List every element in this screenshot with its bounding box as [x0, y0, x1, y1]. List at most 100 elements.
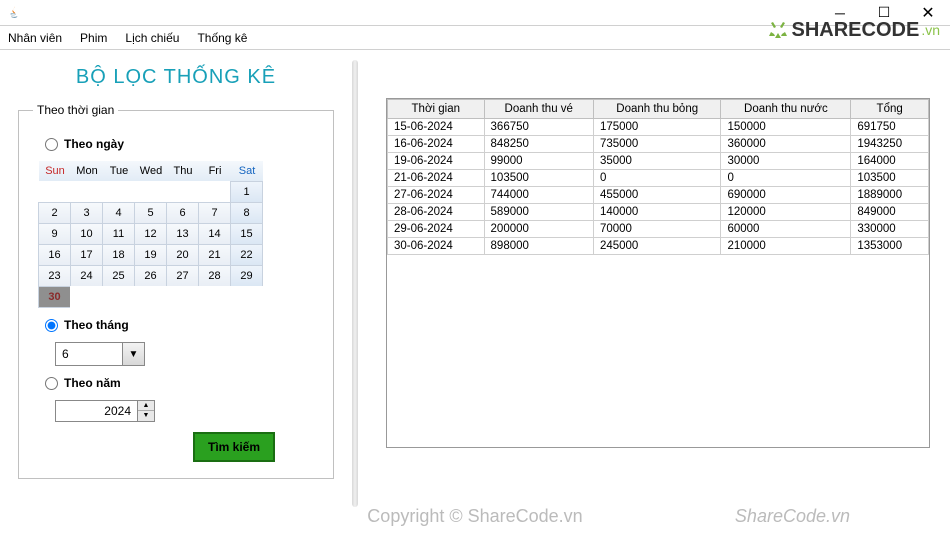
month-combo[interactable]: 6 ▼ — [55, 342, 145, 366]
watermark-site: ShareCode.vn — [735, 506, 850, 527]
calendar-day[interactable]: 7 — [198, 202, 231, 224]
calendar-day[interactable]: 20 — [166, 244, 199, 266]
calendar-day[interactable]: 9 — [38, 223, 71, 245]
search-button[interactable]: Tìm kiếm — [193, 432, 275, 462]
table-cell: 19-06-2024 — [388, 153, 485, 170]
table-cell: 164000 — [851, 153, 929, 170]
sharecode-logo: SHARECODE.vn — [766, 18, 940, 42]
table-row[interactable]: 21-06-202410350000103500 — [388, 170, 929, 187]
table-row[interactable]: 15-06-2024366750175000150000691750 — [388, 119, 929, 136]
table-cell: 35000 — [593, 153, 720, 170]
table-cell: 150000 — [721, 119, 851, 136]
calendar-day[interactable]: 2 — [38, 202, 71, 224]
menu-item[interactable]: Thống kê — [197, 31, 247, 45]
calendar-header: Thu — [167, 161, 199, 182]
table-header[interactable]: Thời gian — [388, 100, 485, 119]
calendar-day — [230, 286, 263, 308]
calendar-day[interactable]: 14 — [198, 223, 231, 245]
calendar-day[interactable]: 17 — [70, 244, 103, 266]
group-legend: Theo thời gian — [33, 103, 118, 117]
radio-by-day-input[interactable] — [45, 138, 58, 151]
calendar-day[interactable]: 3 — [70, 202, 103, 224]
radio-by-year-input[interactable] — [45, 377, 58, 390]
year-spinner-value: 2024 — [56, 404, 137, 418]
calendar-day[interactable]: 25 — [102, 265, 135, 287]
table-cell: 366750 — [484, 119, 593, 136]
table-row[interactable]: 27-06-20247440004550006900001889000 — [388, 187, 929, 204]
calendar-day[interactable]: 26 — [134, 265, 167, 287]
calendar-day[interactable]: 22 — [230, 244, 263, 266]
filter-title: BỘ LỌC THỐNG KÊ — [18, 66, 334, 89]
calendar-day — [102, 286, 135, 308]
calendar-day[interactable]: 18 — [102, 244, 135, 266]
filter-panel: BỘ LỌC THỐNG KÊ Theo thời gian Theo ngày… — [0, 50, 352, 537]
spinner-down-icon[interactable]: ▼ — [138, 411, 154, 421]
chevron-down-icon[interactable]: ▼ — [122, 343, 144, 365]
calendar-day[interactable]: 19 — [134, 244, 167, 266]
table-cell: 330000 — [851, 221, 929, 238]
table-cell: 99000 — [484, 153, 593, 170]
table-cell: 898000 — [484, 238, 593, 255]
calendar-day — [70, 286, 103, 308]
calendar[interactable]: SunMonTueWedThuFriSat1234567891011121314… — [39, 161, 263, 308]
calendar-day — [102, 181, 135, 203]
table-cell: 744000 — [484, 187, 593, 204]
calendar-day — [166, 181, 199, 203]
menu-item[interactable]: Nhân viên — [8, 31, 62, 45]
calendar-day[interactable]: 16 — [38, 244, 71, 266]
radio-by-month[interactable]: Theo tháng — [45, 318, 319, 332]
table-cell: 360000 — [721, 136, 851, 153]
table-header[interactable]: Doanh thu bỏng — [593, 100, 720, 119]
table-row[interactable]: 30-06-20248980002450002100001353000 — [388, 238, 929, 255]
calendar-day[interactable]: 5 — [134, 202, 167, 224]
table-header[interactable]: Doanh thu nước — [721, 100, 851, 119]
calendar-day[interactable]: 23 — [38, 265, 71, 287]
menu-item[interactable]: Lịch chiếu — [125, 31, 179, 45]
calendar-day[interactable]: 1 — [230, 181, 263, 203]
calendar-header: Sun — [39, 161, 71, 182]
calendar-day[interactable]: 28 — [198, 265, 231, 287]
calendar-day[interactable]: 4 — [102, 202, 135, 224]
table-cell: 0 — [721, 170, 851, 187]
calendar-day[interactable]: 29 — [230, 265, 263, 287]
table-cell: 29-06-2024 — [388, 221, 485, 238]
calendar-day[interactable]: 8 — [230, 202, 263, 224]
calendar-day — [38, 181, 71, 203]
radio-by-month-input[interactable] — [45, 319, 58, 332]
calendar-day[interactable]: 15 — [230, 223, 263, 245]
spinner-up-icon[interactable]: ▲ — [138, 401, 154, 411]
calendar-day[interactable]: 27 — [166, 265, 199, 287]
watermark-copyright: Copyright © ShareCode.vn — [367, 506, 582, 527]
java-icon — [6, 5, 22, 21]
logo-tld: .vn — [921, 22, 940, 38]
table-cell: 455000 — [593, 187, 720, 204]
table-row[interactable]: 28-06-2024589000140000120000849000 — [388, 204, 929, 221]
radio-by-day-label: Theo ngày — [64, 137, 124, 151]
table-cell: 1943250 — [851, 136, 929, 153]
calendar-day[interactable]: 12 — [134, 223, 167, 245]
table-header[interactable]: Doanh thu vé — [484, 100, 593, 119]
table-cell: 30-06-2024 — [388, 238, 485, 255]
month-combo-value: 6 — [56, 347, 122, 361]
calendar-day[interactable]: 11 — [102, 223, 135, 245]
calendar-day[interactable]: 10 — [70, 223, 103, 245]
table-cell: 848250 — [484, 136, 593, 153]
table-header[interactable]: Tổng — [851, 100, 929, 119]
table-cell: 60000 — [721, 221, 851, 238]
calendar-day[interactable]: 21 — [198, 244, 231, 266]
table-cell: 589000 — [484, 204, 593, 221]
table-cell: 103500 — [851, 170, 929, 187]
table-row[interactable]: 29-06-20242000007000060000330000 — [388, 221, 929, 238]
calendar-day[interactable]: 6 — [166, 202, 199, 224]
menu-item[interactable]: Phim — [80, 31, 107, 45]
calendar-day[interactable]: 24 — [70, 265, 103, 287]
radio-by-day[interactable]: Theo ngày — [45, 137, 319, 151]
year-spinner[interactable]: 2024 ▲ ▼ — [55, 400, 155, 422]
calendar-day[interactable]: 30 — [38, 286, 71, 308]
table-row[interactable]: 16-06-20248482507350003600001943250 — [388, 136, 929, 153]
table-cell: 140000 — [593, 204, 720, 221]
table-cell: 120000 — [721, 204, 851, 221]
table-row[interactable]: 19-06-2024990003500030000164000 — [388, 153, 929, 170]
radio-by-year[interactable]: Theo năm — [45, 376, 319, 390]
calendar-day[interactable]: 13 — [166, 223, 199, 245]
